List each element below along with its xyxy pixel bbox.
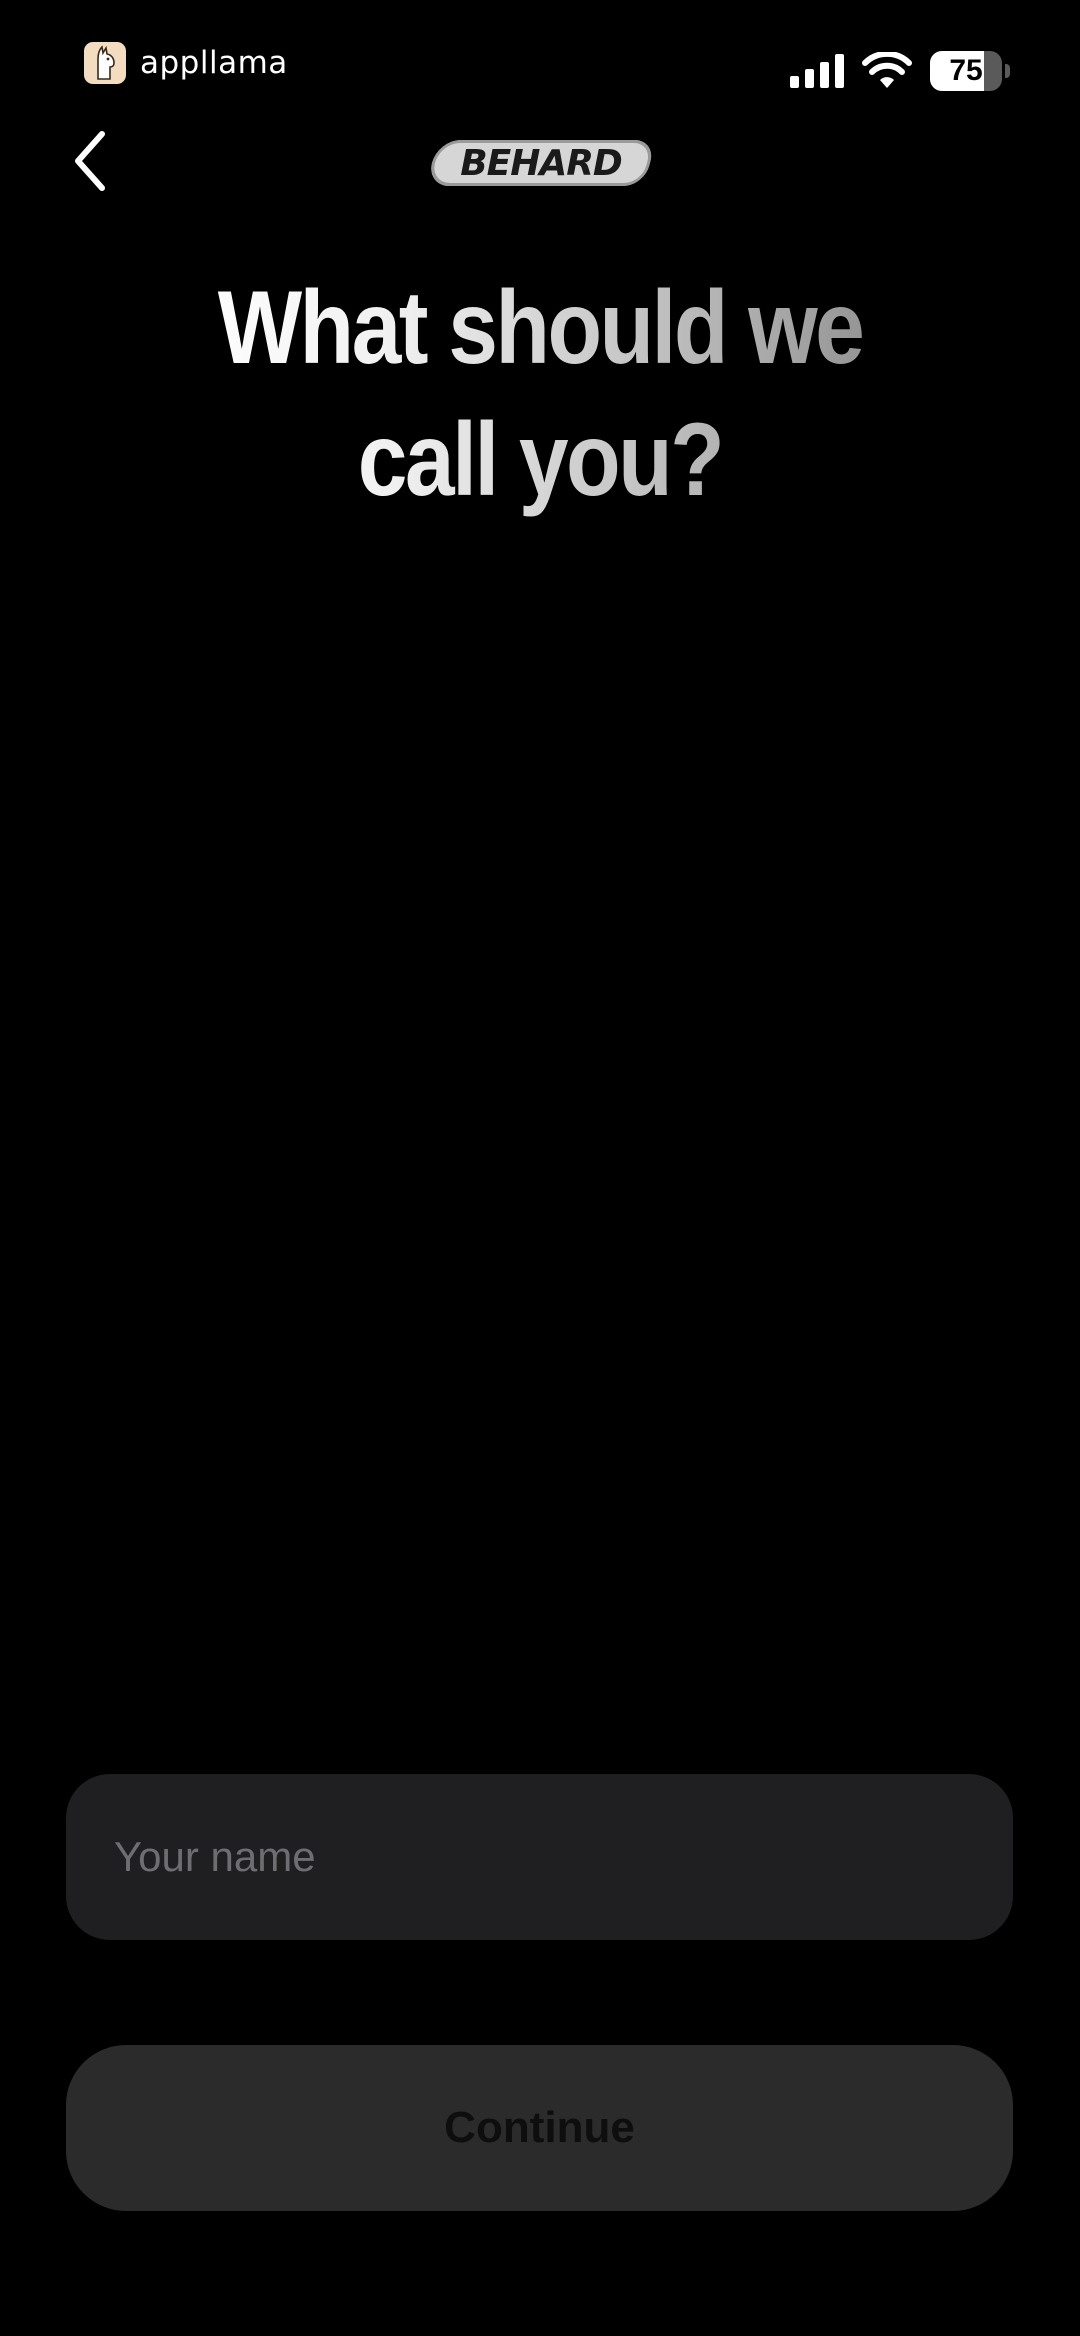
wifi-icon <box>862 52 912 88</box>
back-button[interactable] <box>60 126 120 196</box>
chevron-left-icon <box>75 131 105 191</box>
brand-name: BEHARD <box>460 142 623 184</box>
carrier: appllama <box>84 42 288 84</box>
llama-icon <box>84 42 126 84</box>
page-title-line-2: call you? <box>357 402 723 518</box>
battery-indicator: 75 <box>930 51 1012 91</box>
continue-button[interactable]: Continue <box>66 2045 1013 2211</box>
status-bar: appllama 75 <box>0 0 1080 110</box>
name-field[interactable] <box>66 1774 1013 1940</box>
page-title: What should we call you? <box>179 262 901 526</box>
carrier-name: appllama <box>140 45 288 81</box>
brand-logo: BEHARD <box>426 140 656 186</box>
page-title-line-1: What should we <box>217 270 863 386</box>
name-input[interactable] <box>112 1832 967 1882</box>
cellular-signal-icon <box>790 54 844 88</box>
battery-level: 75 <box>949 54 983 87</box>
